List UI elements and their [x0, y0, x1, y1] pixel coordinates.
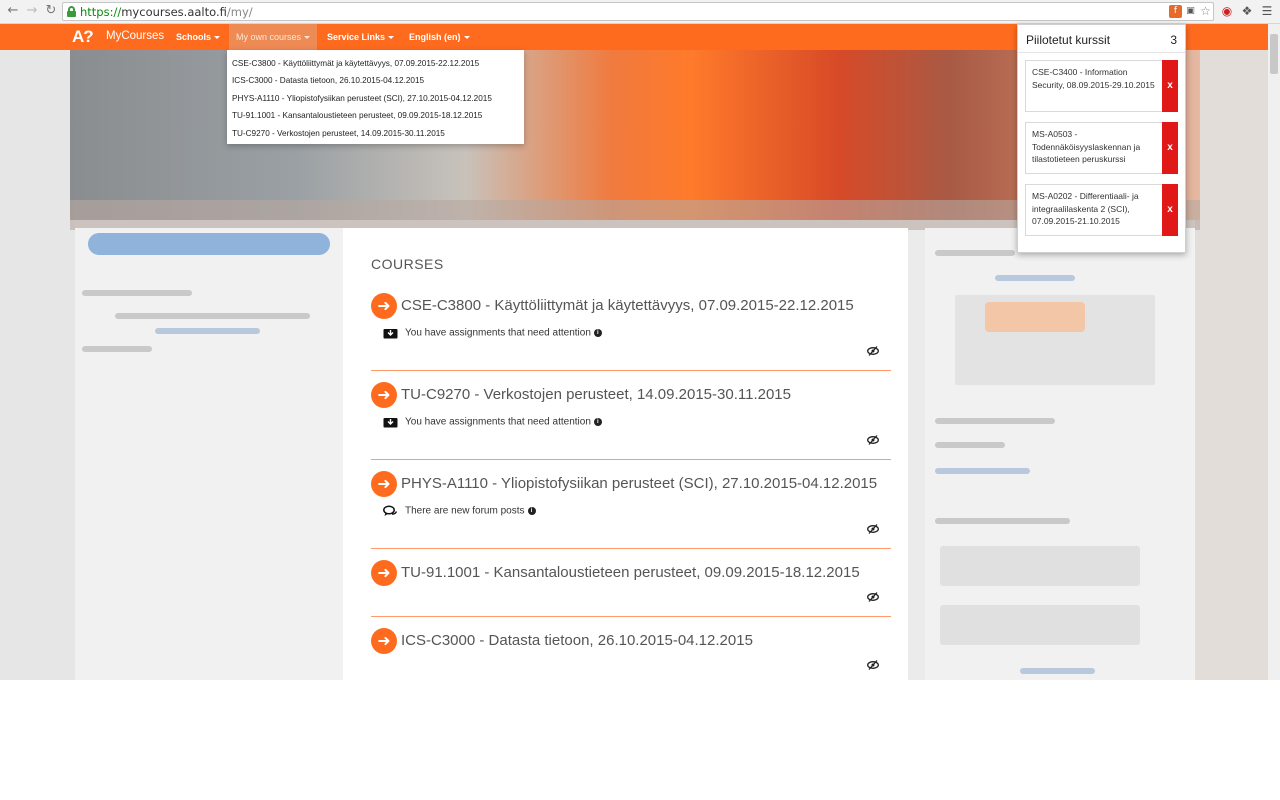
course-item: ➜ TU-C9270 - Verkostojen perusteet, 14.0… [371, 382, 891, 460]
info-icon[interactable]: i [593, 329, 602, 337]
address-bar[interactable]: https://mycourses.aalto.fi/my/ f ▣ ☆ [62, 2, 1214, 21]
arrow-right-icon[interactable]: ➜ [371, 471, 397, 497]
inbox-icon [383, 327, 398, 339]
chevron-down-icon [388, 36, 395, 40]
course-notice: You have assignments that need attention… [383, 416, 602, 428]
unhide-button[interactable]: x [1162, 184, 1178, 236]
dropdown-item[interactable]: PHYS-A1110 - Yliopistofysiikan perusteet… [227, 90, 524, 107]
info-icon[interactable]: i [527, 507, 536, 515]
nav-my-own-courses[interactable]: My own courses [229, 24, 318, 50]
extension-icon[interactable]: ❖ [1240, 4, 1254, 18]
sidebar-button [88, 233, 330, 255]
scrollbar[interactable] [1268, 24, 1280, 680]
hidden-course-item: CSE-C3400 - Information Security, 08.09.… [1025, 60, 1178, 112]
course-item: ➜ TU-91.1001 - Kansantaloustieteen perus… [371, 560, 891, 617]
brand-link[interactable]: MyCourses [106, 30, 164, 42]
url-text[interactable]: https://mycourses.aalto.fi/my/ [80, 5, 253, 19]
reload-icon[interactable]: ↻ [43, 3, 59, 19]
back-icon[interactable]: ← [5, 3, 21, 19]
eye-slash-icon[interactable] [867, 346, 879, 356]
dropdown-item[interactable]: CSE-C3800 - Käyttöliittymät ja käytettäv… [227, 55, 524, 72]
chevron-down-icon [304, 36, 311, 40]
chevron-down-icon [463, 36, 470, 40]
hidden-course-item: MS-A0503 - Todennäköisyyslaskennan ja ti… [1025, 122, 1178, 174]
hidden-course-name: MS-A0202 - Differentiaali- ja integraali… [1032, 191, 1139, 226]
nav-service-links[interactable]: Service Links [327, 24, 395, 50]
course-notice: There are new forum posts i [383, 505, 536, 517]
forward-icon[interactable]: → [24, 3, 40, 19]
course-link[interactable]: PHYS-A1110 - Yliopistofysiikan perusteet… [401, 475, 877, 492]
translate-icon[interactable]: ▣ [1184, 5, 1197, 18]
eye-slash-icon[interactable] [867, 660, 879, 670]
unhide-button[interactable]: x [1162, 122, 1178, 174]
arrow-right-icon[interactable]: ➜ [371, 382, 397, 408]
info-icon[interactable]: i [593, 418, 602, 426]
hidden-course-item: MS-A0202 - Differentiaali- ja integraali… [1025, 184, 1178, 236]
unhide-button[interactable]: x [1162, 60, 1178, 112]
arrow-right-icon[interactable]: ➜ [371, 628, 397, 654]
menu-icon[interactable]: ☰ [1260, 4, 1274, 18]
star-icon[interactable]: ☆ [1199, 5, 1212, 18]
nav-schools[interactable]: Schools [176, 24, 221, 50]
browser-toolbar: ← → ↻ https://mycourses.aalto.fi/my/ f ▣… [0, 0, 1280, 24]
hidden-count: 3 [1170, 33, 1177, 47]
course-item: ➜ PHYS-A1110 - Yliopistofysiikan peruste… [371, 471, 891, 549]
nav-language[interactable]: English (en) [409, 24, 470, 50]
hidden-course-name: MS-A0503 - Todennäköisyyslaskennan ja ti… [1032, 129, 1141, 164]
flash-icon[interactable]: f [1169, 5, 1182, 18]
my-courses-dropdown: CSE-C3800 - Käyttöliittymät ja käytettäv… [227, 50, 524, 144]
eye-slash-icon[interactable] [867, 592, 879, 602]
dropdown-item[interactable]: TU-91.1001 - Kansantaloustieteen peruste… [227, 107, 524, 124]
course-item: ➜ CSE-C3800 - Käyttöliittymät ja käytett… [371, 293, 891, 371]
divider [1018, 52, 1185, 53]
hidden-course-name: CSE-C3400 - Information Security, 08.09.… [1032, 67, 1155, 90]
lock-icon [67, 6, 76, 17]
course-link[interactable]: CSE-C3800 - Käyttöliittymät ja käytettäv… [401, 297, 854, 314]
course-item: ➜ ICS-C3000 - Datasta tietoon, 26.10.201… [371, 628, 891, 676]
opera-icon[interactable]: ◉ [1220, 4, 1234, 18]
course-link[interactable]: ICS-C3000 - Datasta tietoon, 26.10.2015-… [401, 632, 753, 649]
page-title: COURSES [371, 256, 444, 272]
eye-slash-icon[interactable] [867, 435, 879, 445]
comments-icon [383, 505, 398, 517]
popup-title: Piilotetut kurssit [1026, 33, 1111, 47]
arrow-right-icon[interactable]: ➜ [371, 560, 397, 586]
inbox-icon [383, 416, 398, 428]
hidden-courses-popup: Piilotetut kurssit 3 CSE-C3400 - Informa… [1017, 24, 1186, 253]
arrow-right-icon[interactable]: ➜ [371, 293, 397, 319]
chevron-down-icon [214, 36, 221, 40]
dropdown-item[interactable]: ICS-C3000 - Datasta tietoon, 26.10.2015-… [227, 72, 524, 89]
eye-slash-icon[interactable] [867, 524, 879, 534]
dropdown-item[interactable]: TU-C9270 - Verkostojen perusteet, 14.09.… [227, 125, 524, 142]
course-link[interactable]: TU-C9270 - Verkostojen perusteet, 14.09.… [401, 386, 791, 403]
scroll-thumb[interactable] [1270, 34, 1278, 74]
course-notice: You have assignments that need attention… [383, 327, 602, 339]
course-link[interactable]: TU-91.1001 - Kansantaloustieteen peruste… [401, 564, 860, 581]
aalto-logo[interactable]: A? [72, 27, 94, 47]
